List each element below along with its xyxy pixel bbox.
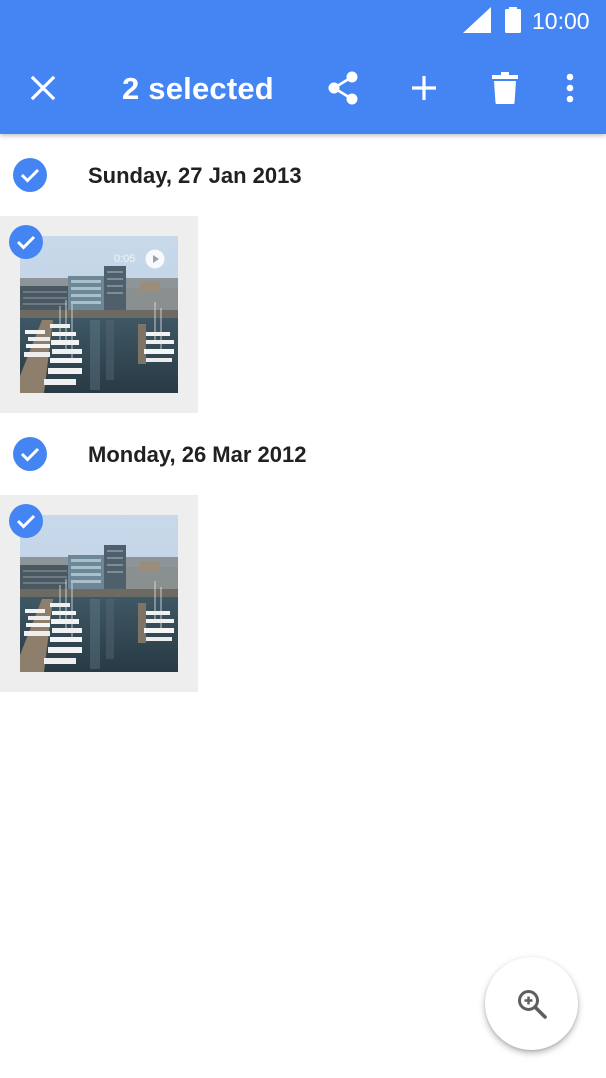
check-icon [20,168,40,183]
select-date-group-checkbox[interactable] [13,158,47,192]
item-selected-checkbox[interactable] [9,225,43,259]
check-icon [16,235,36,250]
delete-icon [492,72,518,104]
share-icon [328,71,358,105]
check-icon [20,447,40,462]
share-button[interactable] [317,62,369,114]
date-label: Sunday, 27 Jan 2013 [88,163,302,188]
more-options-button[interactable] [544,62,596,114]
signal-icon [463,7,491,33]
item-selected-checkbox[interactable] [9,504,43,538]
close-icon [30,75,56,101]
media-thumbnail[interactable]: 0:05 [0,216,198,413]
select-date-group-checkbox[interactable] [13,437,47,471]
check-icon [16,514,36,529]
add-to-album-button[interactable] [398,62,450,114]
zoom-in-fab[interactable] [485,957,578,1050]
date-group-header: Sunday, 27 Jan 2013 [0,134,606,216]
date-group: Sunday, 27 Jan 2013 0:05 [0,134,606,413]
selection-count-title: 2 selected [122,71,274,106]
video-duration: 0:05 [114,253,136,265]
more-vert-icon [566,73,574,103]
close-selection-button[interactable] [17,62,69,114]
photo-thumbnail-image [20,515,178,672]
app-bar: 10:00 2 selected [0,0,606,134]
delete-button[interactable] [479,62,531,114]
date-group-header: Monday, 26 Mar 2012 [0,413,606,495]
play-icon [145,249,165,269]
battery-icon [505,7,521,33]
zoom-in-icon [517,989,547,1019]
media-thumbnail[interactable] [0,495,198,692]
date-label: Monday, 26 Mar 2012 [88,442,307,467]
selection-toolbar: 2 selected [0,42,606,134]
status-time: 10:00 [532,8,590,34]
status-bar: 10:00 [0,0,606,42]
add-icon [412,76,436,100]
date-group: Monday, 26 Mar 2012 [0,413,606,692]
